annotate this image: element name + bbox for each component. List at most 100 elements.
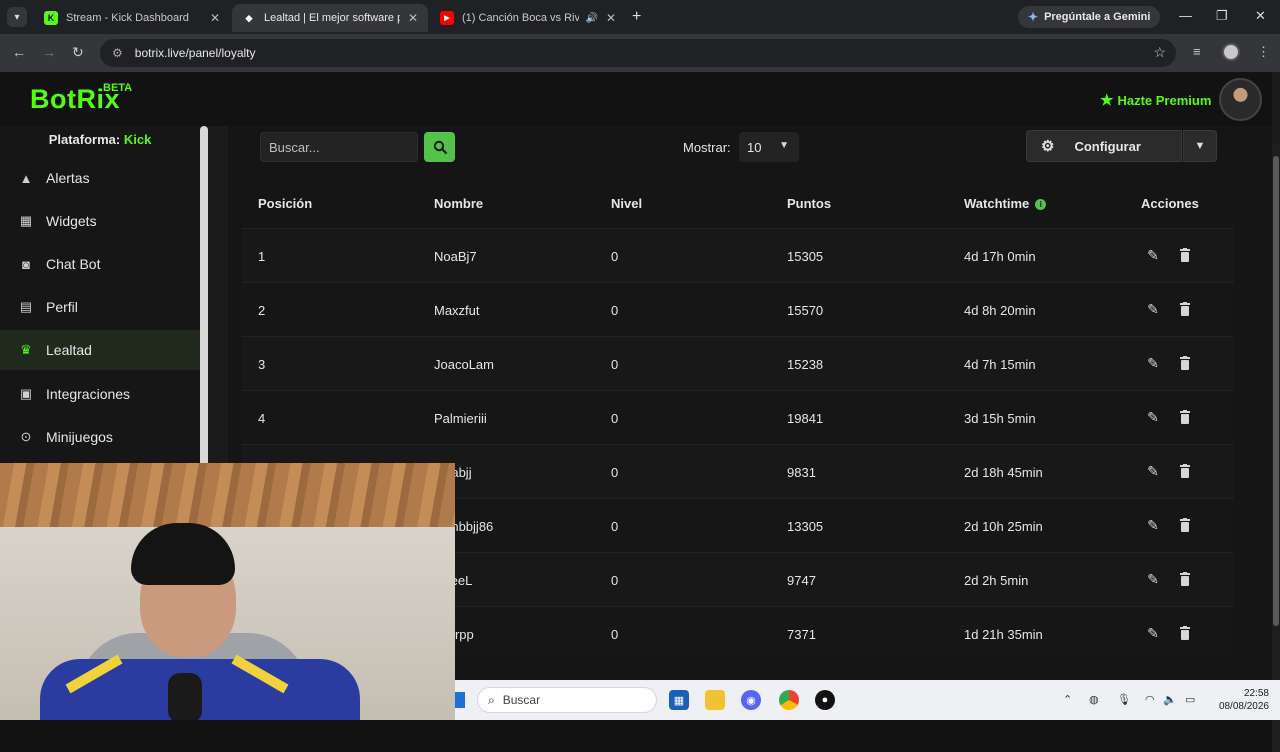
premium-link[interactable]: ★ Hazte Premium bbox=[1100, 91, 1211, 109]
cell-watchtime: 1d 21h 35min bbox=[964, 627, 1043, 642]
trash-icon[interactable] bbox=[1176, 300, 1194, 318]
sidebar-item-minijuegos[interactable]: ⊙ Minijuegos bbox=[0, 417, 200, 457]
edit-icon[interactable]: ✎ bbox=[1144, 246, 1162, 264]
battery-icon[interactable]: ▭ bbox=[1185, 693, 1195, 706]
info-icon[interactable]: i bbox=[1035, 199, 1047, 210]
table-row: 2 Maxzfut 0 15570 4d 8h 20min ✎ bbox=[242, 282, 1234, 336]
file-explorer-icon[interactable] bbox=[705, 690, 725, 710]
edit-icon[interactable]: ✎ bbox=[1144, 570, 1162, 588]
header-watchtime-label: Watchtime bbox=[964, 196, 1030, 211]
cell-points: 13305 bbox=[787, 519, 824, 534]
search-icon: ⌕ bbox=[488, 692, 495, 707]
platform-value: Kick bbox=[123, 132, 152, 147]
cell-level: 0 bbox=[611, 249, 619, 264]
warning-icon: ▲ bbox=[19, 170, 33, 186]
tab-close-icon[interactable]: ✕ bbox=[408, 11, 418, 25]
obs-icon[interactable]: ● bbox=[815, 690, 835, 710]
table-header: Posición Nombre Nivel Puntos Watchtime i … bbox=[242, 180, 1234, 228]
search-button[interactable] bbox=[424, 132, 455, 162]
tab-close-icon[interactable]: ✕ bbox=[606, 11, 616, 25]
search-input[interactable] bbox=[260, 132, 418, 162]
volume-icon[interactable]: 🔈 bbox=[1163, 693, 1177, 706]
system-clock[interactable]: 22:58 08/08/2026 bbox=[1213, 687, 1269, 713]
minimize-icon[interactable]: — bbox=[1179, 8, 1192, 23]
cell-position: 2 bbox=[258, 303, 266, 318]
sidebar-item-integraciones[interactable]: ▣ Integraciones bbox=[0, 374, 200, 414]
header-points[interactable]: Puntos bbox=[787, 196, 831, 211]
discord-icon[interactable]: ◉ bbox=[741, 690, 761, 710]
cell-name: Palmieriii bbox=[434, 411, 487, 426]
tab-youtube[interactable]: ▶ (1) Canción Boca vs River 2 🔊 ✕ bbox=[430, 4, 626, 32]
tab-kick-dashboard[interactable]: K Stream - Kick Dashboard ✕ bbox=[34, 4, 230, 32]
close-window-icon[interactable]: ✕ bbox=[1255, 8, 1266, 24]
header-name[interactable]: Nombre bbox=[434, 196, 483, 211]
tray-app-icon[interactable]: ◍ bbox=[1089, 693, 1099, 706]
trash-icon[interactable] bbox=[1176, 462, 1194, 480]
cell-points: 15305 bbox=[787, 249, 824, 264]
user-avatar[interactable] bbox=[1219, 78, 1262, 121]
configure-button[interactable]: ⚙ Configurar bbox=[1026, 130, 1182, 162]
tab-close-icon[interactable]: ✕ bbox=[210, 11, 220, 25]
edit-icon[interactable]: ✎ bbox=[1144, 516, 1162, 534]
trash-icon[interactable] bbox=[1176, 408, 1194, 426]
edit-icon[interactable]: ✎ bbox=[1144, 300, 1162, 318]
wooden-ceiling bbox=[0, 463, 455, 527]
page-scrollbar[interactable] bbox=[1272, 144, 1280, 752]
edit-icon[interactable]: ✎ bbox=[1144, 462, 1162, 480]
sidebar-item-lealtad[interactable]: ♛ Lealtad bbox=[0, 330, 200, 370]
speaker-icon[interactable]: 🔊 bbox=[585, 13, 597, 24]
sidebar-item-perfil[interactable]: ▤ Perfil bbox=[0, 287, 200, 327]
wifi-icon[interactable]: ◠ bbox=[1145, 693, 1155, 706]
maximize-icon[interactable]: ❐ bbox=[1216, 8, 1228, 24]
browser-menu-icon[interactable]: ⋮ bbox=[1257, 44, 1270, 60]
edit-icon[interactable]: ✎ bbox=[1144, 354, 1162, 372]
page-scrollbar-thumb[interactable] bbox=[1273, 156, 1279, 626]
configure-label: Configurar bbox=[1074, 138, 1141, 154]
microphone-icon[interactable]: 🎙 bbox=[1117, 693, 1131, 706]
back-icon[interactable]: ← bbox=[12, 44, 26, 60]
address-bar[interactable]: ⚙ botrix.live/panel/loyalty ☆ bbox=[100, 39, 1176, 67]
store-icon[interactable]: ▦ bbox=[669, 690, 689, 710]
trash-icon[interactable] bbox=[1176, 354, 1194, 372]
reading-list-icon[interactable]: ≡ bbox=[1193, 44, 1201, 59]
tab-lealtad[interactable]: ◆ Lealtad | El mejor software para ✕ bbox=[232, 4, 428, 32]
new-tab-button[interactable]: + bbox=[632, 8, 641, 26]
trash-icon[interactable] bbox=[1176, 570, 1194, 588]
sidebar-item-widgets[interactable]: ▦ Widgets bbox=[0, 201, 200, 241]
clock-date: 08/08/2026 bbox=[1218, 701, 1269, 712]
sidebar-scrollbar[interactable] bbox=[200, 126, 208, 466]
header-level[interactable]: Nivel bbox=[611, 196, 642, 211]
reload-icon[interactable]: ↻ bbox=[72, 44, 84, 61]
cell-name: NoaBj7 bbox=[434, 249, 477, 264]
search-icon bbox=[433, 140, 447, 154]
tab-title: Lealtad | El mejor software para bbox=[264, 12, 400, 24]
configure-dropdown-toggle[interactable]: ▼ bbox=[1183, 130, 1217, 162]
edit-icon[interactable]: ✎ bbox=[1144, 408, 1162, 426]
sidebar-item-alertas[interactable]: ▲ Alertas bbox=[0, 158, 200, 198]
cell-level: 0 bbox=[611, 411, 619, 426]
youtube-favicon-icon: ▶ bbox=[440, 11, 454, 25]
gemini-button[interactable]: ✦ Pregúntale a Gemini bbox=[1018, 6, 1161, 28]
trash-icon[interactable] bbox=[1176, 246, 1194, 264]
tab-search-menu-button[interactable]: ▾ bbox=[7, 7, 27, 27]
trash-icon[interactable] bbox=[1176, 624, 1194, 642]
profile-avatar[interactable] bbox=[1222, 43, 1240, 61]
edit-icon[interactable]: ✎ bbox=[1144, 624, 1162, 642]
cell-points: 7371 bbox=[787, 627, 816, 642]
taskbar-search[interactable]: ⌕ Buscar bbox=[477, 687, 657, 713]
bookmark-star-icon[interactable]: ☆ bbox=[1153, 44, 1166, 61]
forward-icon[interactable]: → bbox=[42, 44, 56, 60]
header-position[interactable]: Posición bbox=[258, 196, 312, 211]
widgets-icon: ▦ bbox=[19, 213, 33, 228]
sidebar-item-chat-bot[interactable]: ◙ Chat Bot bbox=[0, 244, 200, 284]
windows-start-icon[interactable] bbox=[455, 692, 465, 708]
chrome-icon[interactable] bbox=[779, 690, 799, 710]
show-label: Mostrar: bbox=[683, 140, 731, 155]
header-watchtime[interactable]: Watchtime i bbox=[964, 196, 1047, 211]
tray-chevron-icon[interactable]: ⌃ bbox=[1063, 693, 1072, 706]
webcam-overlay bbox=[0, 463, 455, 720]
site-info-icon[interactable]: ⚙ bbox=[112, 46, 123, 60]
trash-icon[interactable] bbox=[1176, 516, 1194, 534]
cell-name: JoacoLam bbox=[434, 357, 494, 372]
page-size-select[interactable]: 10 ▼ bbox=[739, 132, 799, 162]
